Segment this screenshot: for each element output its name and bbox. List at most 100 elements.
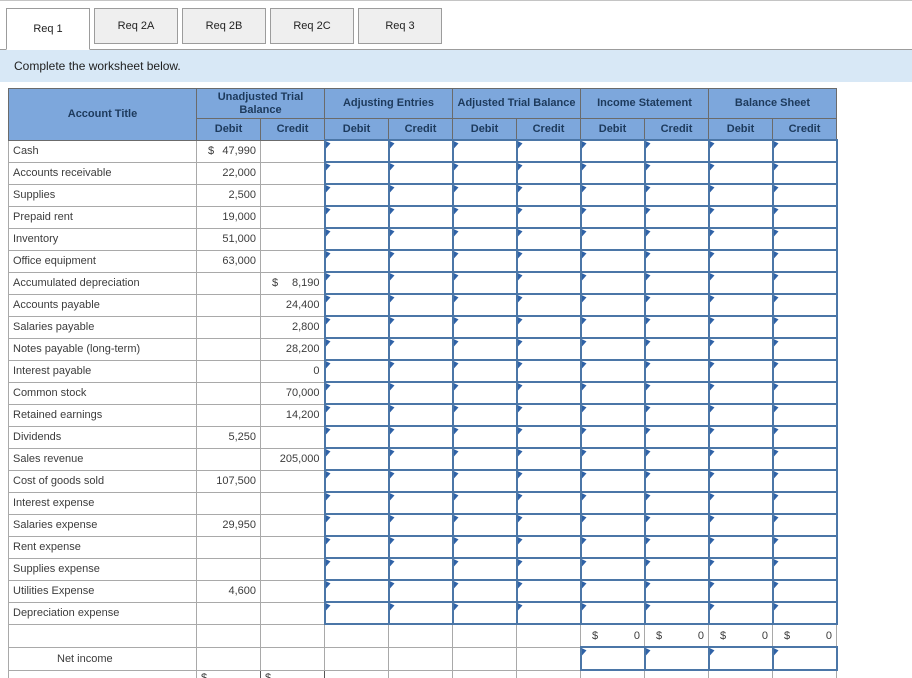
adjusted-debit-input[interactable] (451, 557, 518, 581)
adjusting-credit-input[interactable] (387, 535, 454, 559)
adjusting-debit-input[interactable] (323, 425, 390, 449)
adjusted-credit-input[interactable] (515, 447, 582, 471)
income-statement-debit-input[interactable] (579, 271, 646, 295)
adjusting-credit-input[interactable] (387, 447, 454, 471)
income-statement-credit-input[interactable] (643, 601, 710, 625)
income-statement-credit-input[interactable] (643, 227, 710, 251)
income-statement-debit-input[interactable] (579, 315, 646, 339)
balance-sheet-debit-input[interactable] (707, 425, 774, 449)
adjusting-debit-input[interactable] (323, 557, 390, 581)
balance-sheet-debit-input[interactable] (707, 557, 774, 581)
adjusting-debit-input[interactable] (323, 183, 390, 207)
adjusted-debit-input[interactable] (451, 447, 518, 471)
net-income-income-credit-input[interactable] (643, 646, 710, 671)
adjusting-debit-input[interactable] (323, 579, 390, 603)
income-statement-debit-input[interactable] (579, 403, 646, 427)
adjusting-debit-input[interactable] (323, 535, 390, 559)
adjusting-debit-input[interactable] (323, 227, 390, 251)
adjusting-debit-input[interactable] (323, 403, 390, 427)
balance-sheet-debit-input[interactable] (707, 491, 774, 515)
balance-sheet-credit-input[interactable] (771, 447, 838, 471)
income-statement-debit-input[interactable] (579, 513, 646, 537)
adjusted-credit-input[interactable] (515, 183, 582, 207)
adjusting-credit-input[interactable] (387, 469, 454, 493)
income-statement-credit-input[interactable] (643, 205, 710, 229)
balance-sheet-debit-input[interactable] (707, 469, 774, 493)
income-statement-debit-input[interactable] (579, 139, 646, 163)
balance-sheet-credit-input[interactable] (771, 359, 838, 383)
net-income-income-debit-input[interactable] (579, 646, 646, 671)
balance-sheet-credit-input[interactable] (771, 601, 838, 625)
adjusted-credit-input[interactable] (515, 205, 582, 229)
income-statement-debit-input[interactable] (579, 469, 646, 493)
balance-sheet-credit-input[interactable] (771, 381, 838, 405)
balance-sheet-debit-input[interactable] (707, 337, 774, 361)
income-statement-debit-input[interactable] (579, 535, 646, 559)
balance-sheet-debit-input[interactable] (707, 205, 774, 229)
adjusted-debit-input[interactable] (451, 139, 518, 163)
balance-sheet-credit-input[interactable] (771, 183, 838, 207)
adjusting-debit-input[interactable] (323, 271, 390, 295)
adjusting-debit-input[interactable] (323, 139, 390, 163)
balance-sheet-credit-input[interactable] (771, 337, 838, 361)
adjusted-debit-input[interactable] (451, 601, 518, 625)
adjusting-debit-input[interactable] (323, 205, 390, 229)
adjusting-debit-input[interactable] (323, 315, 390, 339)
adjusted-debit-input[interactable] (451, 425, 518, 449)
balance-sheet-debit-input[interactable] (707, 513, 774, 537)
balance-sheet-debit-input[interactable] (707, 293, 774, 317)
balance-sheet-debit-input[interactable] (707, 183, 774, 207)
income-statement-debit-input[interactable] (579, 183, 646, 207)
income-statement-credit-input[interactable] (643, 469, 710, 493)
balance-sheet-debit-input[interactable] (707, 403, 774, 427)
balance-sheet-credit-input[interactable] (771, 579, 838, 603)
balance-sheet-credit-input[interactable] (771, 293, 838, 317)
balance-sheet-debit-input[interactable] (707, 271, 774, 295)
income-statement-credit-input[interactable] (643, 161, 710, 185)
balance-sheet-credit-input[interactable] (771, 227, 838, 251)
tab-req-2b[interactable]: Req 2B (182, 8, 266, 44)
income-statement-debit-input[interactable] (579, 205, 646, 229)
adjusting-credit-input[interactable] (387, 557, 454, 581)
balance-sheet-debit-input[interactable] (707, 315, 774, 339)
income-statement-debit-input[interactable] (579, 359, 646, 383)
adjusted-credit-input[interactable] (515, 579, 582, 603)
balance-sheet-debit-input[interactable] (707, 601, 774, 625)
balance-sheet-credit-input[interactable] (771, 535, 838, 559)
income-statement-debit-input[interactable] (579, 557, 646, 581)
net-income-balance-credit-input[interactable] (771, 646, 838, 671)
tab-req-1[interactable]: Req 1 (6, 8, 90, 50)
balance-sheet-credit-input[interactable] (771, 557, 838, 581)
adjusting-credit-input[interactable] (387, 513, 454, 537)
adjusting-credit-input[interactable] (387, 315, 454, 339)
income-statement-credit-input[interactable] (643, 557, 710, 581)
adjusted-credit-input[interactable] (515, 535, 582, 559)
income-statement-credit-input[interactable] (643, 293, 710, 317)
income-statement-debit-input[interactable] (579, 447, 646, 471)
adjusting-debit-input[interactable] (323, 359, 390, 383)
adjusted-credit-input[interactable] (515, 425, 582, 449)
adjusting-credit-input[interactable] (387, 425, 454, 449)
adjusted-credit-input[interactable] (515, 249, 582, 273)
income-statement-debit-input[interactable] (579, 227, 646, 251)
income-statement-credit-input[interactable] (643, 359, 710, 383)
income-statement-credit-input[interactable] (643, 271, 710, 295)
adjusted-debit-input[interactable] (451, 403, 518, 427)
adjusting-credit-input[interactable] (387, 359, 454, 383)
tab-req-3[interactable]: Req 3 (358, 8, 442, 44)
balance-sheet-debit-input[interactable] (707, 139, 774, 163)
adjusted-credit-input[interactable] (515, 227, 582, 251)
adjusted-debit-input[interactable] (451, 293, 518, 317)
adjusting-credit-input[interactable] (387, 381, 454, 405)
balance-sheet-credit-input[interactable] (771, 469, 838, 493)
balance-sheet-debit-input[interactable] (707, 579, 774, 603)
income-statement-credit-input[interactable] (643, 579, 710, 603)
adjusting-credit-input[interactable] (387, 403, 454, 427)
adjusted-debit-input[interactable] (451, 359, 518, 383)
adjusting-credit-input[interactable] (387, 491, 454, 515)
adjusting-credit-input[interactable] (387, 183, 454, 207)
balance-sheet-credit-input[interactable] (771, 425, 838, 449)
balance-sheet-debit-input[interactable] (707, 227, 774, 251)
adjusted-credit-input[interactable] (515, 315, 582, 339)
balance-sheet-debit-input[interactable] (707, 359, 774, 383)
